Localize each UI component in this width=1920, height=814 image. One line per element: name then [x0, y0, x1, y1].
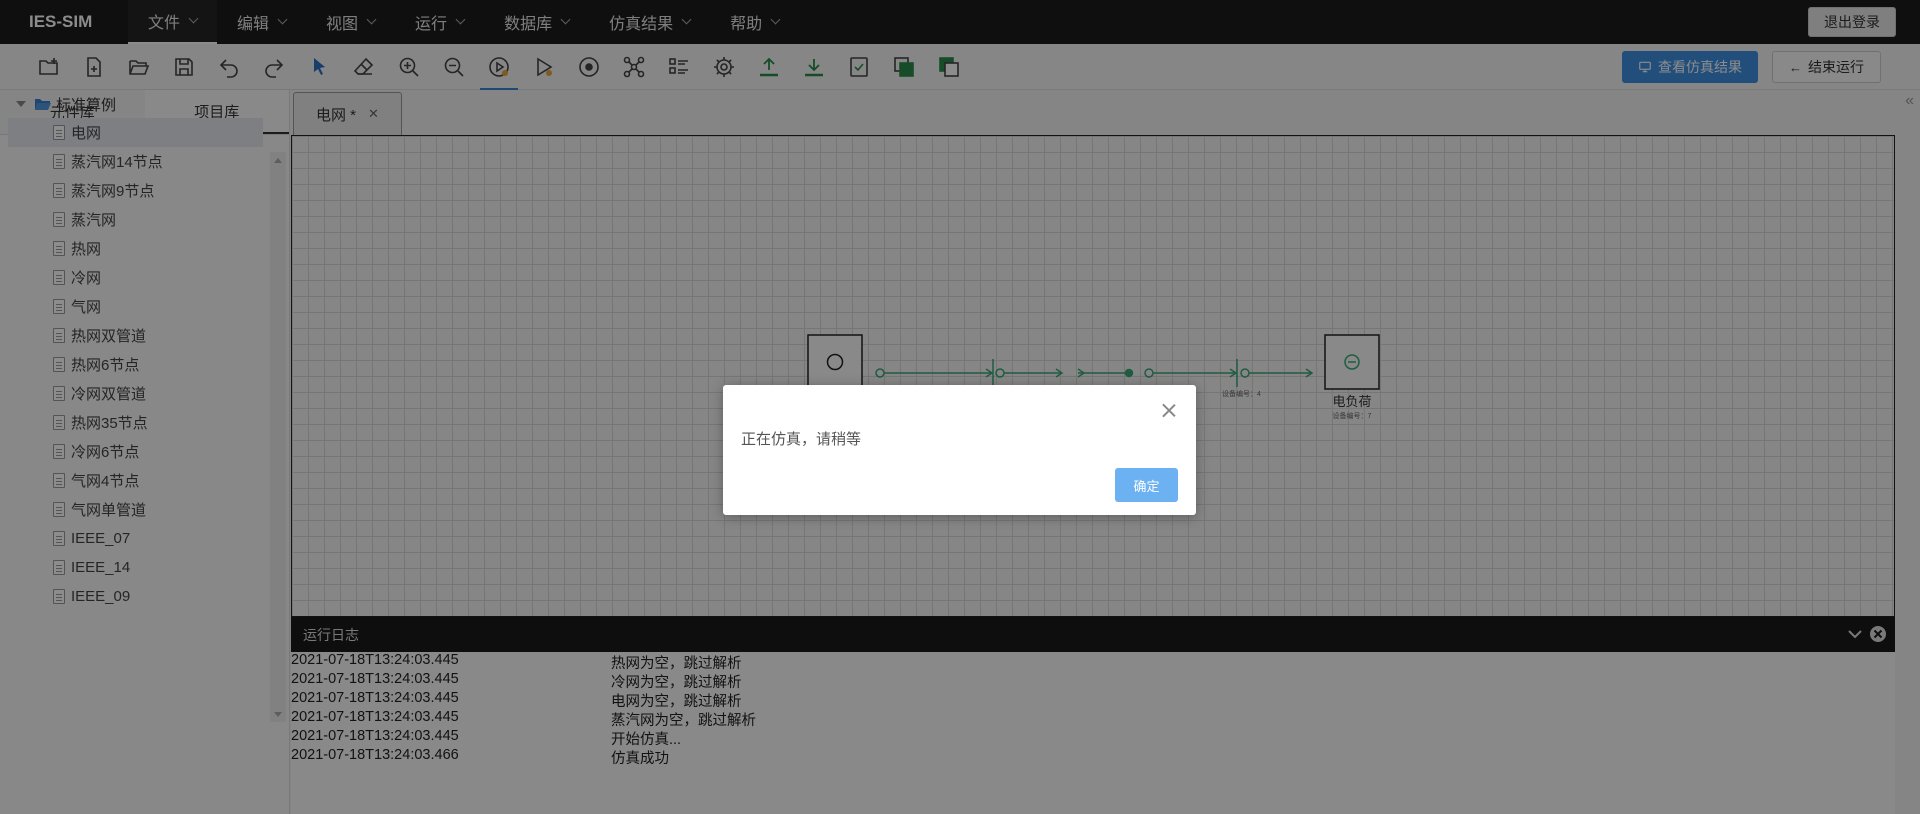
- simulation-dialog: 正在仿真，请稍等 确定: [723, 385, 1196, 515]
- close-icon[interactable]: [1162, 403, 1176, 417]
- ok-button[interactable]: 确定: [1115, 468, 1178, 502]
- dialog-message: 正在仿真，请稍等: [741, 431, 862, 448]
